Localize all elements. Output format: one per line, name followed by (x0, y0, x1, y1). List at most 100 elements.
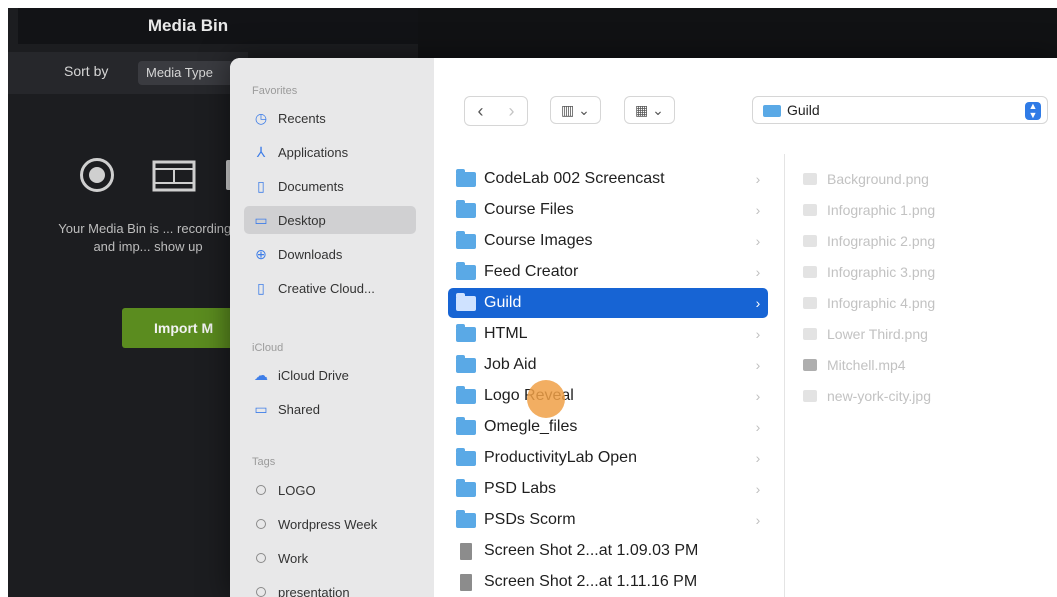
tag-label: presentation (278, 584, 350, 597)
cursor-highlight-icon (527, 380, 565, 418)
download-icon: ⊕ (255, 245, 267, 262)
applications-icon: ⅄ (256, 143, 266, 160)
list-item[interactable]: ProductivityLab Open › (448, 443, 768, 473)
dialog-toolbar: ‹ › ▥ ⌄ ▦ ⌄ Guild ▲ ▼ (434, 58, 1057, 154)
item-label: Lower Third.png (827, 326, 928, 342)
list-item: Infographic 3.png (803, 257, 1043, 287)
group-view-button[interactable]: ▦ ⌄ (624, 96, 675, 124)
open-file-dialog: Favorites ◷ Recents ⅄ Applications ▯ Doc… (230, 58, 1057, 597)
location-popup[interactable]: Guild ▲ ▼ (752, 96, 1048, 124)
list-item[interactable]: Job Aid › (448, 350, 768, 380)
folder-icon (456, 261, 476, 280)
back-button[interactable]: ‹ (465, 97, 496, 125)
tag-item-work[interactable]: Work (244, 544, 416, 572)
list-item: Mitchell.mp4 (803, 350, 1043, 380)
list-item[interactable]: Screen Shot 2...at 1.09.03 PM (448, 536, 768, 566)
film-icon[interactable] (152, 158, 196, 194)
tag-item-wordpress-week[interactable]: Wordpress Week (244, 510, 416, 538)
sidebar-item-downloads[interactable]: ⊕ Downloads (244, 240, 416, 268)
image-file-icon (803, 328, 817, 340)
list-item: Infographic 2.png (803, 226, 1043, 256)
sidebar-item-label: Creative Cloud... (278, 280, 375, 296)
tag-label: LOGO (278, 482, 316, 498)
item-label: Screen Shot 2...at 1.09.03 PM (484, 542, 699, 559)
column-view-button[interactable]: ▥ ⌄ (550, 96, 601, 124)
list-item[interactable]: Course Images › (448, 226, 768, 256)
chevron-right-icon: › (755, 512, 761, 528)
sidebar-item-label: Documents (278, 178, 344, 194)
tag-circle-icon (256, 519, 266, 529)
tag-label: Wordpress Week (278, 516, 378, 532)
chevron-right-icon: › (755, 233, 761, 249)
list-item[interactable]: Omegle_files › (448, 412, 768, 442)
sidebar-item-label: Desktop (278, 212, 326, 228)
clock-icon: ◷ (254, 109, 268, 126)
item-label: Infographic 1.png (827, 202, 936, 218)
image-file-icon (803, 266, 817, 278)
chevron-right-icon: › (755, 326, 761, 342)
cloud-icon: ☁ (254, 366, 268, 383)
sidebar-item-shared[interactable]: ▭ Shared (244, 395, 416, 423)
item-label: PSD Labs (484, 480, 557, 497)
folder-icon (456, 416, 476, 435)
list-item: Background.png (803, 164, 1043, 194)
media-bin-title: Media Bin (147, 16, 229, 35)
sidebar-item-applications[interactable]: ⅄ Applications (244, 138, 416, 166)
sidebar-item-desktop[interactable]: ▭ Desktop (244, 206, 416, 234)
item-label: Screen Shot 2...at 1.11.16 PM (484, 573, 698, 590)
list-item[interactable]: Screen Shot 2...at 1.11.16 PM (448, 567, 768, 597)
list-item[interactable]: PSDs Scorm › (448, 505, 768, 535)
folder-icon (456, 168, 476, 187)
file-icon: ▯ (257, 279, 265, 296)
list-item[interactable]: CodeLab 002 Screencast › (448, 164, 768, 194)
folder-icon (456, 230, 476, 249)
image-file-icon (803, 235, 817, 247)
tags-header: Tags (252, 456, 276, 468)
chevron-right-icon: › (755, 450, 761, 466)
sort-select[interactable]: Media Type (138, 61, 238, 85)
desktop-icon: ▭ (254, 211, 268, 228)
item-label: Background.png (827, 171, 929, 187)
item-label: Feed Creator (484, 263, 579, 280)
folder-icon (763, 105, 781, 117)
chevron-right-icon: › (755, 295, 761, 311)
folder-icon (456, 323, 476, 342)
video-file-icon (803, 359, 817, 371)
chevron-updown-icon: ▲ ▼ (1025, 102, 1041, 120)
tag-item-logo[interactable]: LOGO (244, 476, 416, 504)
forward-button[interactable]: › (496, 97, 527, 125)
sidebar-item-label: Recents (278, 110, 326, 126)
screen-frame: Media Bin Sort by Media Type Your Media … (8, 8, 1057, 597)
item-label: Course Images (484, 232, 593, 249)
list-item[interactable]: HTML › (448, 319, 768, 349)
item-label: Infographic 4.png (827, 295, 936, 311)
browser-column-1: CodeLab 002 Screencast › Course Files › Co… (434, 154, 785, 597)
list-item[interactable]: Feed Creator › (448, 257, 768, 287)
list-item-selected[interactable]: Guild › (448, 288, 768, 318)
sidebar-item-creative-cloud[interactable]: ▯ Creative Cloud... (244, 274, 416, 302)
chevron-right-icon: › (755, 419, 761, 435)
list-item[interactable]: PSD Labs › (448, 474, 768, 504)
record-icon[interactable] (80, 158, 114, 192)
list-item: new-york-city.jpg (803, 381, 1043, 411)
sidebar-item-recents[interactable]: ◷ Recents (244, 104, 416, 132)
sidebar-item-icloud-drive[interactable]: ☁ iCloud Drive (244, 361, 416, 389)
tag-label: Work (278, 550, 309, 566)
item-label: Infographic 3.png (827, 264, 936, 280)
chevron-right-icon: › (755, 264, 761, 280)
list-item[interactable]: Logo Reveal › (448, 381, 768, 411)
image-file-icon (803, 297, 817, 309)
shared-folder-icon: ▭ (254, 400, 268, 417)
folder-icon (456, 447, 476, 466)
empty-message: Your Media Bin is ... recordings and imp… (58, 221, 238, 254)
top-dark-band (418, 8, 1057, 58)
tag-circle-icon (256, 485, 266, 495)
item-label: Guild (484, 294, 522, 311)
dialog-sidebar: Favorites ◷ Recents ⅄ Applications ▯ Doc… (230, 58, 434, 597)
list-item[interactable]: Course Files › (448, 195, 768, 225)
item-label: CodeLab 002 Screencast (484, 170, 665, 187)
sidebar-item-documents[interactable]: ▯ Documents (244, 172, 416, 200)
tag-circle-icon (256, 553, 266, 563)
tag-item-presentation[interactable]: presentation (244, 578, 416, 597)
list-item: Infographic 1.png (803, 195, 1043, 225)
